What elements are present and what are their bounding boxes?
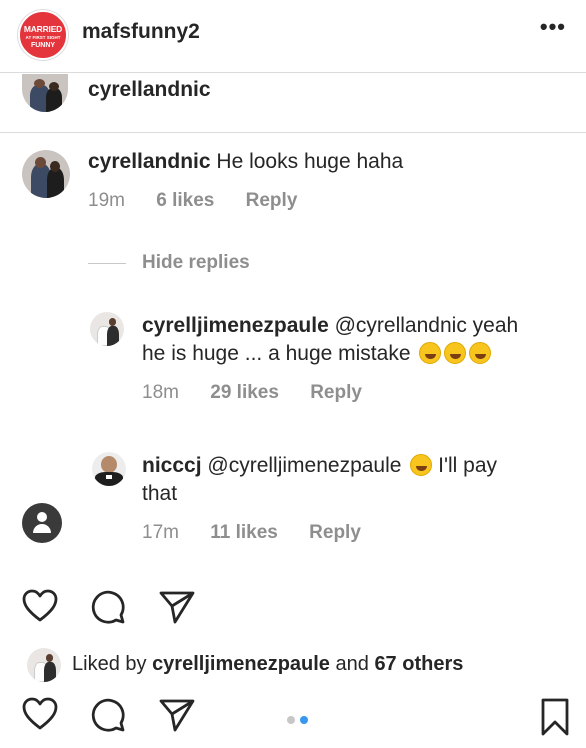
liked-by-text[interactable]: Liked by cyrelljimenezpaule and 67 other…: [72, 653, 463, 676]
reply-meta: 17m 11 likes Reply: [142, 522, 387, 544]
caption-avatar[interactable]: [22, 74, 68, 112]
comment-avatar[interactable]: [22, 150, 70, 198]
comment: cyrellandnic He looks huge haha: [88, 148, 403, 176]
liked-by-others[interactable]: 67 others: [374, 653, 463, 675]
reply-username[interactable]: nicccj: [142, 454, 202, 477]
reply-meta: 18m 29 likes Reply: [142, 382, 388, 404]
reply: nicccj @cyrelljimenezpaule I'll pay that: [142, 452, 582, 508]
comment-likes[interactable]: 6 likes: [156, 190, 214, 211]
account-username[interactable]: mafsfunny2: [82, 20, 200, 44]
logo-text-married: MARRIED: [23, 24, 63, 34]
heart-icon[interactable]: [22, 589, 58, 623]
reply-avatar[interactable]: [92, 452, 126, 486]
logo-text-funny: FUNNY: [30, 42, 56, 49]
logo-text-subtitle: AT FIRST SIGHT: [25, 35, 61, 40]
liked-by-prefix: Liked by: [72, 653, 147, 675]
comment-time: 19m: [88, 190, 125, 211]
carousel-dot-active[interactable]: [300, 716, 308, 724]
carousel-indicator: [287, 711, 313, 729]
user-icon[interactable]: [22, 503, 62, 543]
liked-by-user[interactable]: cyrelljimenezpaule: [152, 653, 330, 675]
reply-text: he is huge ... a huge mistake: [142, 342, 411, 365]
post-header: MARRIED AT FIRST SIGHT FUNNY mafsfunny2 …: [0, 0, 586, 70]
rofl-emoji-icon: [419, 342, 442, 364]
account-avatar[interactable]: MARRIED AT FIRST SIGHT FUNNY: [18, 10, 68, 60]
reply-text: I'll pay: [438, 454, 498, 477]
comment-text: He looks huge haha: [216, 150, 404, 173]
rofl-emoji-icon: [444, 342, 467, 364]
reply-time: 17m: [142, 522, 179, 543]
share-icon[interactable]: [158, 589, 196, 625]
comment-username[interactable]: cyrellandnic: [88, 150, 211, 173]
reply-likes[interactable]: 11 likes: [210, 522, 278, 543]
rofl-emoji-icon: [469, 342, 492, 364]
reply-mention[interactable]: @cyrellandnic yeah: [335, 314, 519, 337]
comment-meta: 19m 6 likes Reply: [88, 190, 323, 212]
tears-of-joy-emoji-icon: [410, 454, 433, 476]
caption-username[interactable]: cyrellandnic: [88, 78, 211, 102]
reply-username[interactable]: cyrelljimenezpaule: [142, 314, 329, 337]
reply-likes[interactable]: 29 likes: [210, 382, 279, 403]
bookmark-icon[interactable]: [540, 697, 570, 737]
comment-icon[interactable]: [90, 697, 126, 733]
more-options-icon[interactable]: •••: [540, 14, 566, 40]
carousel-dot[interactable]: [287, 716, 295, 724]
hide-replies-line: [88, 263, 126, 264]
action-bar: [0, 589, 586, 629]
reply-mention[interactable]: @cyrelljimenezpaule: [207, 454, 401, 477]
reply: cyrelljimenezpaule @cyrellandnic yeah he…: [142, 312, 582, 368]
reply-time: 18m: [142, 382, 179, 403]
reply-text-continued: that: [142, 482, 178, 505]
hide-replies-button[interactable]: Hide replies: [142, 252, 250, 274]
divider: [0, 132, 586, 133]
comment-icon[interactable]: [90, 589, 126, 625]
liked-by-avatar[interactable]: [27, 648, 61, 682]
divider: [0, 72, 586, 73]
liked-by-middle: and: [335, 653, 369, 675]
reply-button[interactable]: Reply: [246, 190, 298, 211]
reply-avatar[interactable]: [90, 312, 124, 346]
heart-icon[interactable]: [22, 697, 58, 731]
share-icon[interactable]: [158, 697, 196, 733]
reply-button[interactable]: Reply: [309, 522, 361, 543]
reply-button[interactable]: Reply: [310, 382, 362, 403]
